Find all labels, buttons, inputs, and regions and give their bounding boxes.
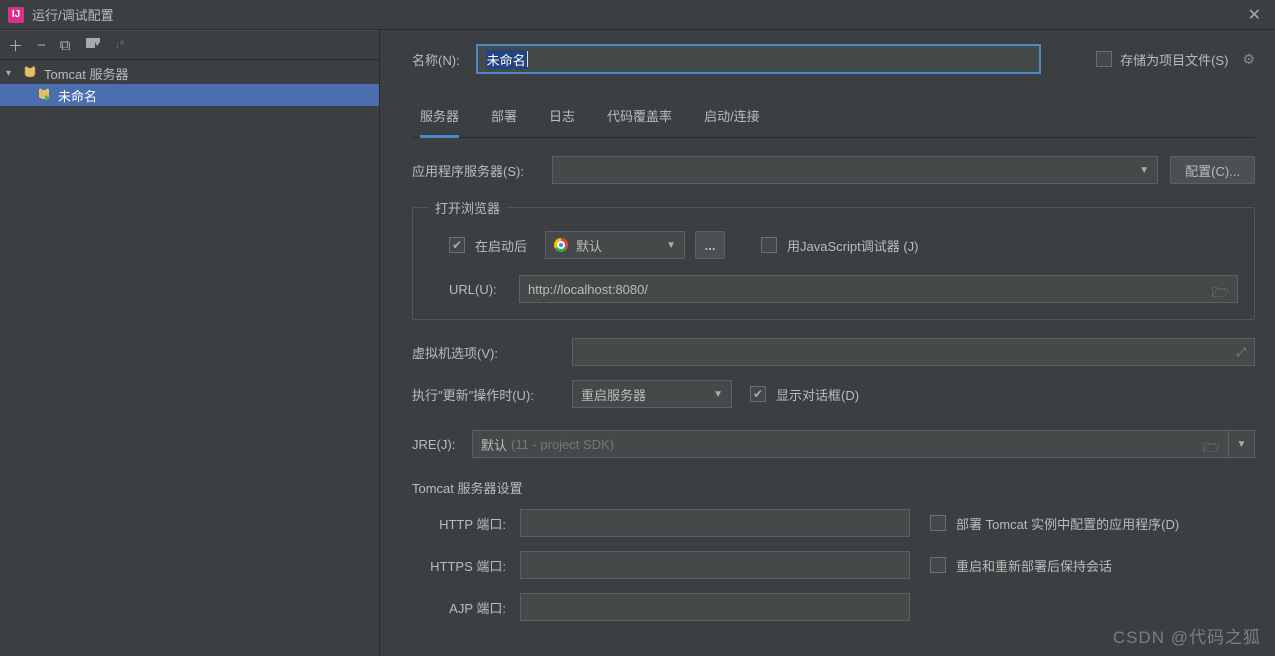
- after-launch-label: 在启动后: [475, 236, 527, 255]
- name-label: 名称(N):: [412, 50, 460, 69]
- preserve-sessions[interactable]: 重启和重新部署后保持会话: [930, 556, 1112, 575]
- show-dialog-label: 显示对话框(D): [776, 385, 859, 404]
- chevron-down-icon: ▾: [6, 68, 16, 79]
- close-button[interactable]: ✕: [1242, 5, 1267, 25]
- chevron-down-icon: ▼: [713, 389, 723, 400]
- tomcat-icon: [22, 65, 38, 81]
- add-config-button[interactable]: ＋: [8, 35, 23, 56]
- browser-select[interactable]: 默认 ▼: [545, 231, 685, 259]
- ajp-port-label: AJP 端口:: [412, 598, 520, 617]
- http-port-label: HTTP 端口:: [412, 514, 520, 533]
- jre-hint: (11 - project SDK): [511, 437, 614, 452]
- tomcat-run-icon: [36, 87, 52, 103]
- url-value: http://localhost:8080/: [528, 282, 648, 297]
- store-as-file[interactable]: 存储为项目文件(S) ⚙: [1096, 50, 1255, 69]
- jre-input[interactable]: 默认 (11 - project SDK) 🗁: [472, 430, 1229, 458]
- configure-button[interactable]: 配置(C)...: [1170, 156, 1255, 184]
- app-server-select[interactable]: ▼: [552, 156, 1158, 184]
- https-port-input[interactable]: [520, 551, 910, 579]
- preserve-sessions-checkbox[interactable]: [930, 557, 946, 573]
- store-checkbox[interactable]: [1096, 51, 1112, 67]
- vm-options-label: 虚拟机选项(V):: [412, 343, 572, 362]
- watermark: CSDN @代码之狐: [1113, 623, 1261, 648]
- tab-coverage[interactable]: 代码覆盖率: [607, 98, 672, 137]
- ajp-port-input[interactable]: [520, 593, 910, 621]
- app-icon: IJ: [8, 7, 24, 23]
- config-tree[interactable]: ▾ Tomcat 服务器 未命名: [0, 60, 379, 656]
- tomcat-section-title: Tomcat 服务器设置: [412, 478, 1255, 497]
- chevron-down-icon: ▼: [666, 240, 676, 251]
- tab-deploy[interactable]: 部署: [491, 98, 517, 137]
- browser-row: 在启动后 默认 ▼ ... 用JavaScript调试器 (J): [429, 231, 1238, 259]
- title-bar: IJ 运行/调试配置 ✕: [0, 0, 1275, 30]
- url-input[interactable]: http://localhost:8080/ 🗁: [519, 275, 1238, 303]
- window-title: 运行/调试配置: [32, 5, 114, 24]
- chevron-down-icon: ▼: [1139, 165, 1149, 176]
- vm-options-row: 虚拟机选项(V): ⤢: [412, 338, 1255, 366]
- update-action-label: 执行"更新"操作时(U):: [412, 385, 572, 404]
- tree-root-label: Tomcat 服务器: [44, 64, 129, 83]
- server-form: 应用程序服务器(S): ▼ 配置(C)... 打开浏览器 在启动后 默认: [412, 138, 1255, 621]
- sidebar-toolbar: ＋ − ⧉ ↓ª: [0, 30, 379, 60]
- show-dialog-checkbox[interactable]: [750, 386, 766, 402]
- copy-config-button[interactable]: ⧉: [60, 37, 71, 54]
- tab-server[interactable]: 服务器: [420, 98, 459, 138]
- expand-icon[interactable]: ⤢: [1236, 345, 1246, 360]
- ajp-port-row: AJP 端口:: [412, 593, 1255, 621]
- chrome-icon: [554, 238, 568, 252]
- gear-icon[interactable]: ⚙: [1242, 51, 1255, 68]
- url-row: URL(U): http://localhost:8080/ 🗁: [429, 275, 1238, 303]
- name-input-value: 未命名: [486, 50, 527, 69]
- folder-icon[interactable]: 🗁: [1212, 282, 1229, 306]
- save-config-button[interactable]: [85, 36, 101, 54]
- preserve-sessions-label: 重启和重新部署后保持会话: [956, 556, 1112, 575]
- http-port-row: HTTP 端口: 部署 Tomcat 实例中配置的应用程序(D): [412, 509, 1255, 537]
- jre-prefix: 默认: [481, 435, 507, 454]
- update-action-value: 重启服务器: [581, 385, 646, 404]
- js-debugger-label: 用JavaScript调试器 (J): [787, 236, 918, 255]
- deploy-apps[interactable]: 部署 Tomcat 实例中配置的应用程序(D): [930, 514, 1179, 533]
- tab-startup[interactable]: 启动/连接: [704, 98, 760, 137]
- http-port-input[interactable]: [520, 509, 910, 537]
- update-action-select[interactable]: 重启服务器 ▼: [572, 380, 732, 408]
- sort-config-button[interactable]: ↓ª: [115, 39, 125, 51]
- jre-label: JRE(J):: [412, 437, 472, 452]
- store-label: 存储为项目文件(S): [1120, 50, 1228, 69]
- update-action-row: 执行"更新"操作时(U): 重启服务器 ▼ 显示对话框(D): [412, 380, 1255, 408]
- after-launch-checkbox[interactable]: [449, 237, 465, 253]
- jre-dropdown-button[interactable]: ▼: [1229, 430, 1255, 458]
- name-input[interactable]: 未命名: [476, 44, 1041, 74]
- js-debugger-checkbox[interactable]: [761, 237, 777, 253]
- vm-options-input[interactable]: ⤢: [572, 338, 1255, 366]
- deploy-apps-checkbox[interactable]: [930, 515, 946, 531]
- browser-more-button[interactable]: ...: [695, 231, 725, 259]
- content-pane: 名称(N): 未命名 存储为项目文件(S) ⚙ 服务器 部署 日志 代码覆盖率 …: [380, 30, 1275, 656]
- browser-value: 默认: [576, 236, 602, 255]
- tab-logs[interactable]: 日志: [549, 98, 575, 137]
- remove-config-button[interactable]: −: [37, 37, 46, 54]
- deploy-apps-label: 部署 Tomcat 实例中配置的应用程序(D): [956, 514, 1179, 533]
- jre-row: JRE(J): 默认 (11 - project SDK) 🗁 ▼: [412, 430, 1255, 458]
- url-label: URL(U):: [449, 282, 519, 297]
- tabs: 服务器 部署 日志 代码覆盖率 启动/连接: [412, 98, 1255, 138]
- app-server-row: 应用程序服务器(S): ▼ 配置(C)...: [412, 156, 1255, 184]
- tree-child-unnamed[interactable]: 未命名: [0, 84, 379, 106]
- text-caret: [527, 51, 528, 67]
- https-port-row: HTTPS 端口: 重启和重新部署后保持会话: [412, 551, 1255, 579]
- https-port-label: HTTPS 端口:: [412, 556, 520, 575]
- app-server-label: 应用程序服务器(S):: [412, 161, 552, 180]
- sidebar: ＋ − ⧉ ↓ª ▾ Tomcat 服务器 未命名: [0, 30, 380, 656]
- tree-child-label: 未命名: [58, 86, 97, 105]
- name-row: 名称(N): 未命名 存储为项目文件(S) ⚙: [412, 44, 1255, 74]
- tree-root-tomcat[interactable]: ▾ Tomcat 服务器: [0, 62, 379, 84]
- open-browser-legend: 打开浏览器: [429, 198, 506, 217]
- dialog-body: ＋ − ⧉ ↓ª ▾ Tomcat 服务器 未命名: [0, 30, 1275, 656]
- folder-icon[interactable]: 🗁: [1203, 437, 1220, 461]
- open-browser-group: 打开浏览器 在启动后 默认 ▼ ... 用JavaScript调试器 (J): [412, 198, 1255, 320]
